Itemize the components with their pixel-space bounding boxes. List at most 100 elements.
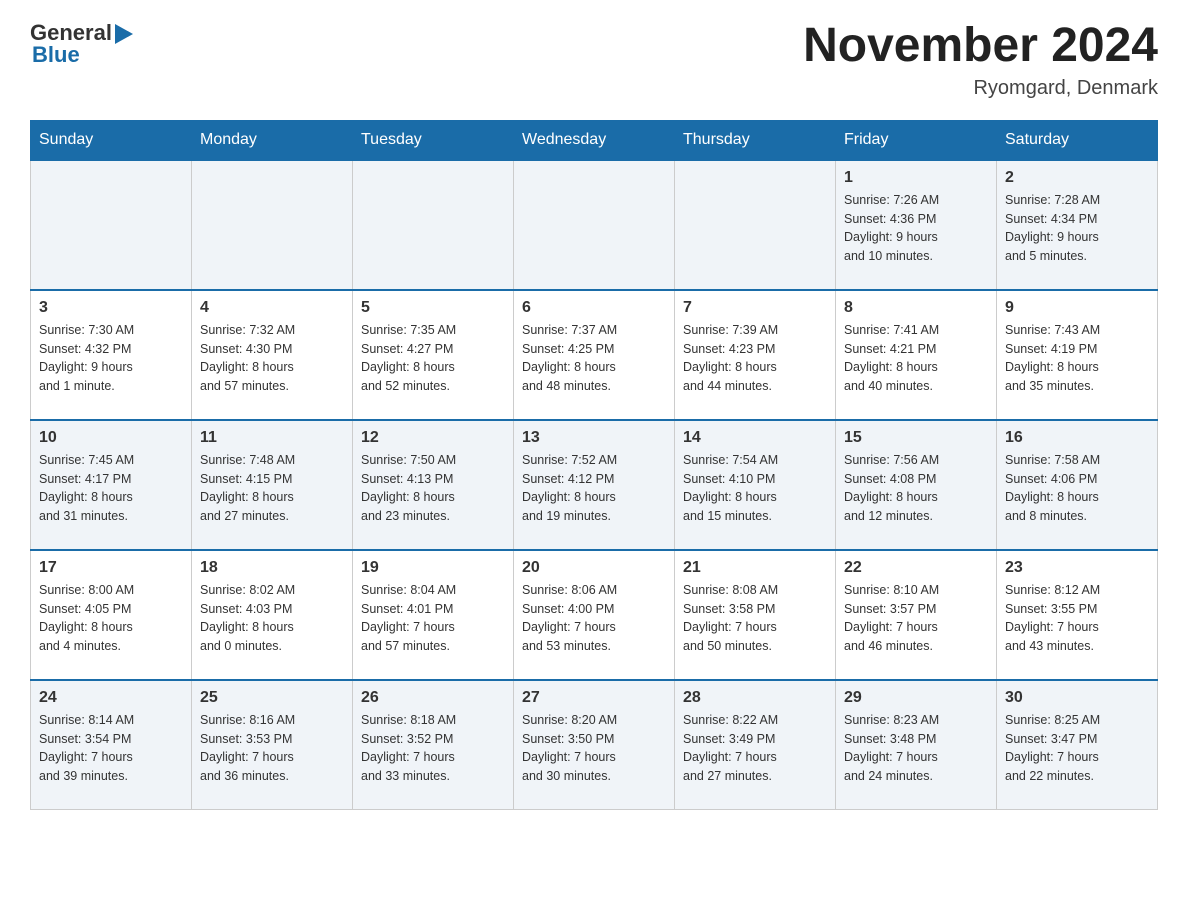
page-header: General Blue November 2024 Ryomgard, Den…	[30, 20, 1158, 100]
day-info: Sunrise: 8:18 AM Sunset: 3:52 PM Dayligh…	[361, 711, 505, 786]
day-number: 7	[683, 299, 827, 317]
week-row-1: 1 Sunrise: 7:26 AM Sunset: 4:36 PM Daylig…	[31, 160, 1158, 290]
header-day-friday: Friday	[836, 120, 997, 160]
day-info: Sunrise: 7:28 AM Sunset: 4:34 PM Dayligh…	[1005, 191, 1149, 266]
calendar-cell	[514, 160, 675, 290]
calendar-cell: 1 Sunrise: 7:26 AM Sunset: 4:36 PM Daylig…	[836, 160, 997, 290]
day-info: Sunrise: 7:41 AM Sunset: 4:21 PM Dayligh…	[844, 321, 988, 396]
calendar-cell: 9 Sunrise: 7:43 AM Sunset: 4:19 PM Daylig…	[997, 290, 1158, 420]
calendar-table: SundayMondayTuesdayWednesdayThursdayFrid…	[30, 120, 1158, 811]
calendar-cell: 2 Sunrise: 7:28 AM Sunset: 4:34 PM Daylig…	[997, 160, 1158, 290]
day-info: Sunrise: 7:48 AM Sunset: 4:15 PM Dayligh…	[200, 451, 344, 526]
calendar-cell: 14Sunrise: 7:54 AM Sunset: 4:10 PM Dayli…	[675, 420, 836, 550]
day-info: Sunrise: 7:45 AM Sunset: 4:17 PM Dayligh…	[39, 451, 183, 526]
logo-blue: Blue	[32, 42, 80, 68]
day-number: 19	[361, 559, 505, 577]
day-number: 25	[200, 689, 344, 707]
header-day-monday: Monday	[192, 120, 353, 160]
calendar-cell: 30 Sunrise: 8:25 AM Sunset: 3:47 PM Dayli…	[997, 680, 1158, 810]
header-day-tuesday: Tuesday	[353, 120, 514, 160]
week-row-4: 17 Sunrise: 8:00 AM Sunset: 4:05 PM Dayli…	[31, 550, 1158, 680]
calendar-cell	[675, 160, 836, 290]
day-number: 12	[361, 429, 505, 447]
day-info: Sunrise: 8:12 AM Sunset: 3:55 PM Dayligh…	[1005, 581, 1149, 656]
day-info: Sunrise: 8:23 AM Sunset: 3:48 PM Dayligh…	[844, 711, 988, 786]
calendar-cell: 22 Sunrise: 8:10 AM Sunset: 3:57 PM Dayli…	[836, 550, 997, 680]
day-number: 24	[39, 689, 183, 707]
calendar-cell: 8 Sunrise: 7:41 AM Sunset: 4:21 PM Daylig…	[836, 290, 997, 420]
month-title: November 2024	[803, 20, 1158, 73]
calendar-cell: 26 Sunrise: 8:18 AM Sunset: 3:52 PM Dayli…	[353, 680, 514, 810]
day-number: 26	[361, 689, 505, 707]
calendar-cell: 15Sunrise: 7:56 AM Sunset: 4:08 PM Dayli…	[836, 420, 997, 550]
day-number: 22	[844, 559, 988, 577]
day-number: 5	[361, 299, 505, 317]
day-number: 4	[200, 299, 344, 317]
day-info: Sunrise: 8:22 AM Sunset: 3:49 PM Dayligh…	[683, 711, 827, 786]
header-day-thursday: Thursday	[675, 120, 836, 160]
header-right: November 2024 Ryomgard, Denmark	[803, 20, 1158, 100]
calendar-cell: 12 Sunrise: 7:50 AM Sunset: 4:13 PM Dayli…	[353, 420, 514, 550]
day-info: Sunrise: 8:16 AM Sunset: 3:53 PM Dayligh…	[200, 711, 344, 786]
day-info: Sunrise: 8:10 AM Sunset: 3:57 PM Dayligh…	[844, 581, 988, 656]
header-row: SundayMondayTuesdayWednesdayThursdayFrid…	[31, 120, 1158, 160]
day-number: 6	[522, 299, 666, 317]
day-info: Sunrise: 7:37 AM Sunset: 4:25 PM Dayligh…	[522, 321, 666, 396]
day-info: Sunrise: 8:25 AM Sunset: 3:47 PM Dayligh…	[1005, 711, 1149, 786]
day-number: 2	[1005, 169, 1149, 187]
day-info: Sunrise: 7:32 AM Sunset: 4:30 PM Dayligh…	[200, 321, 344, 396]
day-info: Sunrise: 7:43 AM Sunset: 4:19 PM Dayligh…	[1005, 321, 1149, 396]
day-info: Sunrise: 8:04 AM Sunset: 4:01 PM Dayligh…	[361, 581, 505, 656]
day-info: Sunrise: 7:58 AM Sunset: 4:06 PM Dayligh…	[1005, 451, 1149, 526]
day-info: Sunrise: 8:02 AM Sunset: 4:03 PM Dayligh…	[200, 581, 344, 656]
day-info: Sunrise: 8:00 AM Sunset: 4:05 PM Dayligh…	[39, 581, 183, 656]
calendar-cell: 27Sunrise: 8:20 AM Sunset: 3:50 PM Dayli…	[514, 680, 675, 810]
day-number: 11	[200, 429, 344, 447]
week-row-3: 10 Sunrise: 7:45 AM Sunset: 4:17 PM Dayli…	[31, 420, 1158, 550]
calendar-cell	[353, 160, 514, 290]
day-number: 8	[844, 299, 988, 317]
calendar-cell: 11 Sunrise: 7:48 AM Sunset: 4:15 PM Dayli…	[192, 420, 353, 550]
day-number: 1	[844, 169, 988, 187]
day-info: Sunrise: 7:56 AM Sunset: 4:08 PM Dayligh…	[844, 451, 988, 526]
day-info: Sunrise: 8:20 AM Sunset: 3:50 PM Dayligh…	[522, 711, 666, 786]
day-info: Sunrise: 7:50 AM Sunset: 4:13 PM Dayligh…	[361, 451, 505, 526]
calendar-cell: 5 Sunrise: 7:35 AM Sunset: 4:27 PM Daylig…	[353, 290, 514, 420]
header-day-saturday: Saturday	[997, 120, 1158, 160]
day-number: 30	[1005, 689, 1149, 707]
day-number: 29	[844, 689, 988, 707]
day-number: 21	[683, 559, 827, 577]
day-info: Sunrise: 7:26 AM Sunset: 4:36 PM Dayligh…	[844, 191, 988, 266]
day-number: 28	[683, 689, 827, 707]
day-info: Sunrise: 8:08 AM Sunset: 3:58 PM Dayligh…	[683, 581, 827, 656]
day-info: Sunrise: 8:14 AM Sunset: 3:54 PM Dayligh…	[39, 711, 183, 786]
day-info: Sunrise: 7:35 AM Sunset: 4:27 PM Dayligh…	[361, 321, 505, 396]
day-info: Sunrise: 7:39 AM Sunset: 4:23 PM Dayligh…	[683, 321, 827, 396]
calendar-cell: 18 Sunrise: 8:02 AM Sunset: 4:03 PM Dayli…	[192, 550, 353, 680]
day-info: Sunrise: 7:52 AM Sunset: 4:12 PM Dayligh…	[522, 451, 666, 526]
calendar-cell: 28 Sunrise: 8:22 AM Sunset: 3:49 PM Dayli…	[675, 680, 836, 810]
day-number: 9	[1005, 299, 1149, 317]
day-number: 16	[1005, 429, 1149, 447]
calendar-cell: 24 Sunrise: 8:14 AM Sunset: 3:54 PM Dayli…	[31, 680, 192, 810]
logo: General Blue	[30, 20, 133, 68]
day-number: 13	[522, 429, 666, 447]
calendar-cell: 25 Sunrise: 8:16 AM Sunset: 3:53 PM Dayli…	[192, 680, 353, 810]
day-number: 14	[683, 429, 827, 447]
day-number: 23	[1005, 559, 1149, 577]
calendar-cell: 23 Sunrise: 8:12 AM Sunset: 3:55 PM Dayli…	[997, 550, 1158, 680]
day-info: Sunrise: 7:30 AM Sunset: 4:32 PM Dayligh…	[39, 321, 183, 396]
calendar-cell: 3Sunrise: 7:30 AM Sunset: 4:32 PM Daylig…	[31, 290, 192, 420]
day-number: 18	[200, 559, 344, 577]
day-number: 10	[39, 429, 183, 447]
calendar-cell: 19 Sunrise: 8:04 AM Sunset: 4:01 PM Dayli…	[353, 550, 514, 680]
calendar-cell: 13 Sunrise: 7:52 AM Sunset: 4:12 PM Dayli…	[514, 420, 675, 550]
calendar-cell: 10 Sunrise: 7:45 AM Sunset: 4:17 PM Dayli…	[31, 420, 192, 550]
day-number: 20	[522, 559, 666, 577]
calendar-cell: 29 Sunrise: 8:23 AM Sunset: 3:48 PM Dayli…	[836, 680, 997, 810]
calendar-cell: 21 Sunrise: 8:08 AM Sunset: 3:58 PM Dayli…	[675, 550, 836, 680]
day-info: Sunrise: 8:06 AM Sunset: 4:00 PM Dayligh…	[522, 581, 666, 656]
day-number: 17	[39, 559, 183, 577]
calendar-cell: 6 Sunrise: 7:37 AM Sunset: 4:25 PM Daylig…	[514, 290, 675, 420]
calendar-cell: 4 Sunrise: 7:32 AM Sunset: 4:30 PM Daylig…	[192, 290, 353, 420]
